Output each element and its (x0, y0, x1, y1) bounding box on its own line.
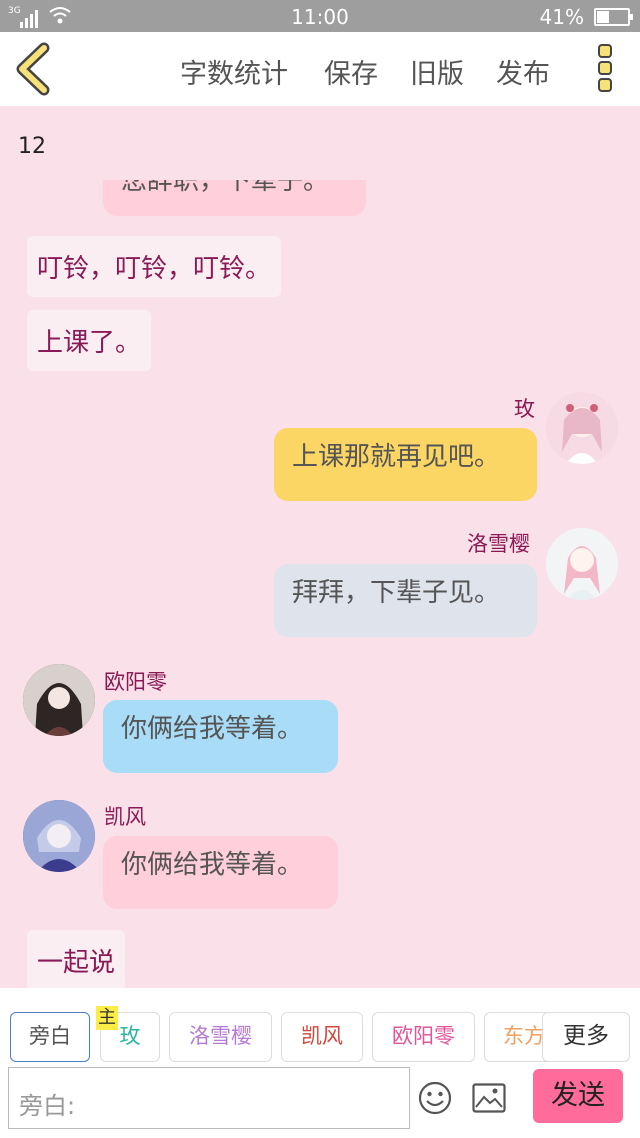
message-text: 拜拜，下辈子见。 (292, 578, 501, 608)
chip-label: 凯风 (301, 1024, 343, 1048)
composer: 旁白 玫 主 洛雪樱 凯风 欧阳零 东方 更多 旁白: 发送 (0, 988, 640, 1138)
avatar-kaifeng-image (23, 800, 95, 872)
message-input[interactable]: 旁白: (8, 1067, 410, 1129)
character-name: 玫 (514, 397, 535, 421)
old-version-button[interactable]: 旧版 (410, 52, 464, 91)
message-text: 你俩给我等着。 (121, 850, 304, 880)
chip-label: 玫 (119, 1024, 141, 1048)
chip-label: 欧阳零 (392, 1024, 455, 1048)
publish-button[interactable]: 发布 (496, 52, 550, 91)
message-bubble[interactable]: 你俩给我等着。 (103, 836, 338, 909)
message-text: 上课那就再见吧。 (292, 442, 501, 472)
battery-percent: 41% (539, 5, 584, 29)
avatar[interactable] (546, 392, 618, 464)
more-menu-button[interactable] (594, 44, 616, 96)
narration-bubble[interactable]: 一起说 (27, 930, 126, 988)
menu-dot-icon (598, 44, 612, 58)
character-name: 洛雪樱 (467, 532, 530, 556)
smiley-icon (418, 1081, 452, 1115)
message-bubble[interactable]: 您辞职，下辈子。 (103, 180, 366, 216)
avatar[interactable] (23, 664, 95, 736)
menu-dot-icon (598, 61, 612, 75)
message-bubble[interactable]: 拜拜，下辈子见。 (274, 564, 537, 637)
character-chip-ouyangling[interactable]: 欧阳零 (372, 1012, 475, 1062)
chip-label: 东方 (503, 1024, 545, 1048)
message-text: 你俩给我等着。 (121, 714, 304, 744)
word-count-button[interactable]: 字数统计 (180, 52, 288, 91)
chevron-left-icon (16, 42, 50, 96)
narration-text: 叮铃，叮铃，叮铃。 (37, 254, 272, 284)
send-button[interactable]: 发送 (533, 1069, 623, 1123)
image-button[interactable] (472, 1083, 506, 1117)
chip-label: 洛雪樱 (189, 1024, 252, 1048)
chip-label: 旁白 (29, 1024, 71, 1048)
more-characters-button[interactable]: 更多 (542, 1012, 630, 1062)
avatar-ouyangling-image (23, 664, 95, 736)
editor-toolbar: 字数统计 保存 旧版 发布 (0, 32, 640, 106)
avatar[interactable] (23, 800, 95, 872)
character-chip-luoxueying[interactable]: 洛雪樱 (169, 1012, 272, 1062)
message-bubble[interactable]: 你俩给我等着。 (103, 700, 338, 773)
narration-bubble[interactable]: 叮铃，叮铃，叮铃。 (27, 236, 282, 297)
character-chip-kaifeng[interactable]: 凯风 (281, 1012, 363, 1062)
character-name: 凯风 (104, 805, 146, 829)
message-bubble[interactable]: 上课那就再见吧。 (274, 428, 537, 501)
battery-icon (594, 8, 633, 26)
character-chip-narrator[interactable]: 旁白 (10, 1012, 90, 1062)
narration-bubble[interactable]: 上课了。 (27, 310, 152, 371)
message-list: 您辞职，下辈子。 叮铃，叮铃，叮铃。 上课了。 玫 上课那就再见吧。 洛雪樱 拜… (0, 180, 640, 988)
message-text: 您辞职，下辈子。 (121, 180, 330, 196)
main-character-badge: 主 (96, 1006, 118, 1030)
menu-dot-icon (598, 78, 612, 92)
back-button[interactable] (14, 42, 54, 96)
character-name: 欧阳零 (104, 670, 167, 694)
emoji-button[interactable] (418, 1081, 452, 1119)
avatar-luoxueying-image (546, 528, 618, 600)
narration-text: 一起说 (37, 948, 116, 978)
avatar-mei-image (546, 392, 618, 464)
save-button[interactable]: 保存 (324, 52, 378, 91)
image-icon (472, 1083, 506, 1113)
dialog-counter: 12 (18, 134, 46, 159)
narration-text: 上课了。 (37, 328, 142, 358)
status-bar: 3G 11:00 41% (0, 0, 640, 32)
avatar[interactable] (546, 528, 618, 600)
